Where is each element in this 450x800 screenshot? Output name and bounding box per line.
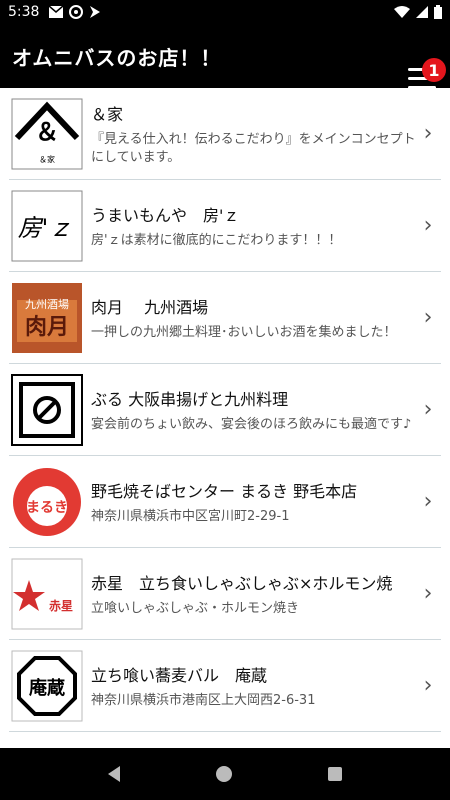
list-item[interactable]: 庵蔵 立ち喰い蕎麦バル 庵蔵 神奈川県横浜市港南区上大岡西2-6-31 ›	[9, 640, 441, 732]
list-item[interactable]: 赤星 赤星 立ち食いしゃぶしゃぶ×ホルモン焼 立喰いしゃぶしゃぶ・ホルモン焼き …	[9, 548, 441, 640]
logo-image: 房'ｚ	[11, 190, 83, 261]
shop-logo: 赤星	[11, 558, 83, 630]
notification-badge: 1	[422, 58, 446, 82]
at-icon	[69, 5, 84, 19]
logo-subtext: 九州酒場	[25, 298, 69, 311]
chevron-right-icon: ›	[423, 673, 433, 698]
mail-icon	[49, 6, 64, 18]
shop-description: 立喰いしゃぶしゃぶ・ホルモン焼き	[91, 600, 300, 616]
logo-text: 房'ｚ	[18, 214, 73, 242]
shop-description: 房'ｚは素材に徹底的にこだわります！！！	[91, 232, 342, 248]
chevron-right-icon: ›	[423, 305, 433, 330]
chevron-right-icon: ›	[423, 489, 433, 514]
list-item[interactable]: まるき 野毛焼そばセンター まるき 野毛本店 神奈川県横浜市中区宮川町2-29-…	[9, 456, 441, 548]
signal-icon	[416, 6, 428, 18]
shop-logo: 庵蔵	[11, 650, 83, 722]
shop-description: 『見える仕入れ！伝わるこだわり』をメインコンセプトにしています。	[91, 131, 416, 165]
notification-icons	[49, 5, 101, 19]
shop-logo	[11, 373, 83, 446]
shop-name: 赤星 立ち食いしゃぶしゃぶ×ホルモン焼	[91, 573, 393, 593]
system-icons	[394, 5, 442, 19]
logo-text: ＆	[35, 118, 59, 146]
chevron-right-icon: ›	[423, 121, 433, 146]
shop-list: ＆ ＆家 ＆家 『見える仕入れ！伝わるこだわり』をメインコンセプトにしています。…	[0, 88, 450, 748]
battery-icon	[434, 5, 442, 19]
system-nav-bar	[0, 748, 450, 800]
status-time: 5:38	[8, 4, 40, 20]
logo-text: 庵蔵	[29, 677, 65, 699]
logo-image: 赤星	[11, 558, 83, 629]
shop-name: 野毛焼そばセンター まるき 野毛本店	[91, 481, 358, 501]
list-item[interactable]: ＆ ＆家 ＆家 『見える仕入れ！伝わるこだわり』をメインコンセプトにしています。…	[9, 88, 441, 180]
status-bar: 5:38	[0, 0, 450, 24]
shop-description: 一押しの九州郷土料理･おいしいお酒を集めました！	[91, 324, 397, 340]
logo-text: まるき	[26, 500, 68, 516]
shop-name: うまいもんや 房'ｚ	[91, 205, 240, 225]
page-title: オムニバスのお店！！	[12, 45, 222, 70]
logo-image	[11, 373, 83, 446]
chevron-right-icon: ›	[423, 397, 433, 422]
list-item[interactable]	[9, 732, 441, 748]
app-bar: オムニバスのお店！！ 1	[0, 24, 450, 89]
logo-text: 赤星	[49, 598, 73, 613]
logo-text: 肉月	[25, 315, 69, 340]
recents-button[interactable]	[328, 767, 342, 781]
shop-logo: まるき	[11, 466, 83, 538]
shop-description: 宴会前のちょい飲み、宴会後のほろ飲みにも最適です♪	[91, 416, 412, 432]
shop-logo: ＆ ＆家	[11, 98, 83, 170]
chevron-right-icon: ›	[423, 213, 433, 238]
chevron-right-icon: ›	[423, 581, 433, 606]
logo-subtext: ＆家	[39, 154, 55, 164]
shop-name: ＆家	[91, 104, 124, 124]
shop-logo: 九州酒場 肉月	[11, 282, 83, 354]
home-button[interactable]	[216, 766, 232, 782]
list-item[interactable]: 九州酒場 肉月 肉月 九州酒場 一押しの九州郷土料理･おいしいお酒を集めました！…	[9, 272, 441, 364]
shop-description: 神奈川県横浜市中区宮川町2-29-1	[91, 508, 290, 524]
shop-name: 肉月 九州酒場	[91, 297, 209, 317]
back-button[interactable]	[108, 766, 120, 782]
wifi-icon	[394, 6, 410, 18]
logo-image: 庵蔵	[11, 650, 83, 721]
list-item[interactable]: ぶる 大阪串揚げと九州料理 宴会前のちょい飲み、宴会後のほろ飲みにも最適です♪ …	[9, 364, 441, 456]
shop-description: 神奈川県横浜市港南区上大岡西2-6-31	[91, 692, 316, 708]
logo-image: まるき	[13, 467, 81, 536]
navigation-icon	[90, 6, 101, 18]
list-item[interactable]: 房'ｚ うまいもんや 房'ｚ 房'ｚは素材に徹底的にこだわります！！！ ›	[9, 180, 441, 272]
shop-name: 立ち喰い蕎麦バル 庵蔵	[91, 665, 268, 685]
logo-image: 九州酒場 肉月	[12, 282, 82, 353]
logo-image: ＆ ＆家	[11, 98, 83, 169]
shop-logo: 房'ｚ	[11, 190, 83, 262]
shop-name: ぶる 大阪串揚げと九州料理	[91, 389, 289, 409]
